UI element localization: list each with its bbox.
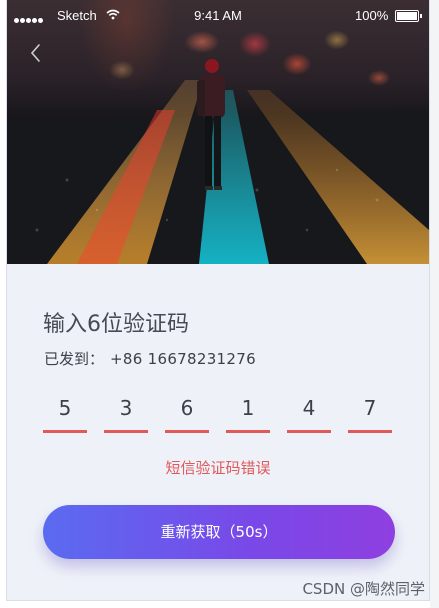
code-digit-1[interactable]: 5 <box>43 392 87 433</box>
code-digit-5[interactable]: 4 <box>287 392 331 433</box>
error-message: 短信验证码错误 <box>165 459 271 477</box>
window-edge <box>430 0 439 608</box>
sent-to-label: 已发到： <box>44 350 105 368</box>
watermark: CSDN @陶然同学 <box>302 580 425 598</box>
code-digit-value: 3 <box>119 396 133 420</box>
code-digit-underline <box>165 430 209 433</box>
code-digit-value: 1 <box>241 396 255 420</box>
night-street-photo <box>7 59 429 264</box>
code-digit-underline <box>287 430 331 433</box>
hero-image: Sketch 9:41 AM 100% <box>7 0 429 264</box>
sent-to-line: 已发到： +86 16678231276 <box>44 348 256 369</box>
battery-percentage: 100% <box>355 8 389 23</box>
phone-number: +86 16678231276 <box>110 350 256 368</box>
status-bar: Sketch 9:41 AM 100% <box>7 0 429 30</box>
phone-screen: Sketch 9:41 AM 100% 输入6位验证码 已发到： +86 1667… <box>6 0 430 601</box>
chevron-left-icon[interactable] <box>27 40 45 66</box>
code-digit-value: 6 <box>180 396 194 420</box>
code-digit-4[interactable]: 1 <box>226 392 270 433</box>
code-digit-underline <box>226 430 270 433</box>
code-digit-3[interactable]: 6 <box>165 392 209 433</box>
code-digit-underline <box>348 430 392 433</box>
verification-code-input[interactable]: 5 3 6 1 4 7 <box>43 392 393 434</box>
code-digit-value: 7 <box>363 396 377 420</box>
page-title: 输入6位验证码 <box>43 312 189 337</box>
code-digit-6[interactable]: 7 <box>348 392 392 433</box>
resend-code-button[interactable]: 重新获取（50s） <box>43 505 395 559</box>
code-digit-underline <box>104 430 148 433</box>
code-digit-2[interactable]: 3 <box>104 392 148 433</box>
code-digit-underline <box>43 430 87 433</box>
code-digit-value: 4 <box>302 396 316 420</box>
battery-icon <box>395 10 422 22</box>
code-digit-value: 5 <box>58 396 72 420</box>
